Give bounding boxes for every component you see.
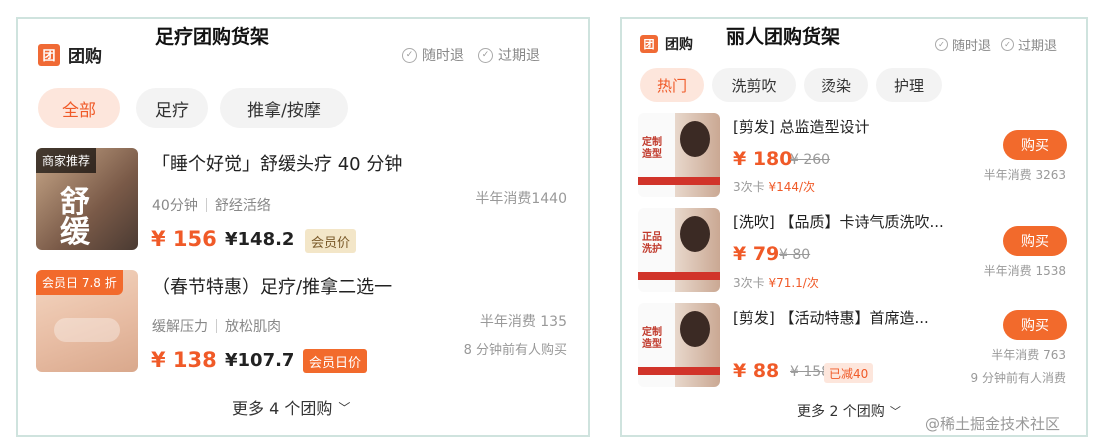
model-hair-image [680, 121, 710, 157]
deal-tag: 40分钟 [152, 198, 198, 214]
member-price: ¥107.7 [225, 350, 295, 371]
right-caption: 丽人团购货架 [726, 26, 841, 48]
deal-title[interactable]: [洗吹] 【品质】卡诗气质洗吹... [733, 211, 944, 232]
card-label: 3次卡 [733, 180, 769, 194]
buy-button[interactable]: 购买 [1003, 310, 1067, 340]
thumbnail-caption: 定制 造型 [642, 327, 662, 350]
deal-tag: 放松肌肉 [225, 319, 281, 335]
more-deals-label: 更多 2 个团购 [797, 404, 885, 420]
member-day-price-badge: 会员日价 [303, 349, 368, 373]
buy-button[interactable]: 购买 [1003, 226, 1067, 256]
deal-title[interactable]: [剪发] 总监造型设计 [733, 116, 869, 137]
deal-title[interactable]: [剪发] 【活动特惠】首席造... [733, 307, 929, 328]
groupon-logo-icon: 团 [38, 43, 60, 66]
card-label: 3次卡 [733, 276, 769, 290]
deal-thumbnail[interactable]: 商家推荐 舒缓 [36, 148, 138, 250]
tab-all[interactable]: 全部 [38, 88, 120, 128]
deal-price: ¥ 138 [151, 348, 217, 372]
left-tabs: 全部 足疗 推拿/按摩 [38, 88, 348, 128]
chevron-down-icon: ﹀ [338, 400, 351, 415]
guarantee-anytime-refund: 随时退 [952, 39, 992, 54]
guarantee-expired-refund: 过期退 [498, 48, 540, 64]
model-hair-image [680, 216, 710, 252]
more-deals-link[interactable]: 更多 2 个团购 ﹀ [797, 401, 901, 421]
multi-visit-card: 3次卡 ¥144/次 [733, 178, 815, 195]
half-year-sales: 半年消费 1538 [983, 264, 1066, 278]
left-guarantee: ✓ 随时退 ✓ 过期退 [402, 45, 540, 65]
multi-visit-card: 3次卡 ¥71.1/次 [733, 274, 819, 291]
merchant-recommend-badge: 商家推荐 [36, 148, 97, 173]
check-circle-icon: ✓ [1001, 38, 1015, 51]
thumbnail-stripe [638, 177, 720, 185]
left-caption: 足疗团购货架 [155, 26, 270, 48]
deal-tag: 舒经活络 [214, 198, 271, 214]
thumbnail-stripe [638, 272, 720, 280]
member-day-discount-badge: 会员日 7.8 折 [36, 270, 123, 295]
tab-perm-dye[interactable]: 烫染 [804, 68, 868, 102]
deal-tags: 40分钟 舒经活络 [152, 195, 271, 215]
deal-price: ¥ 88 [733, 360, 780, 382]
deal-thumbnail[interactable]: 会员日 7.8 折 [36, 270, 138, 372]
right-tabs: 热门 洗剪吹 烫染 护理 [640, 68, 942, 102]
deal-title[interactable]: 「睡个好觉」舒缓头疗 40 分钟 [152, 150, 402, 176]
thumbnail-stripe [638, 367, 720, 375]
deal-tags: 缓解压力 放松肌肉 [152, 316, 281, 336]
check-circle-icon: ✓ [478, 47, 493, 63]
tab-wash-cut-blow[interactable]: 洗剪吹 [712, 68, 796, 102]
guarantee-anytime-refund: 随时退 [422, 48, 464, 64]
deal-thumbnail[interactable]: 定制 造型 [638, 303, 720, 387]
brand-label: 团购 [665, 37, 693, 53]
tag-divider [205, 198, 207, 212]
thumbnail-calligraphy: 舒缓 [60, 185, 90, 250]
discount-badge: 已减40 [824, 363, 874, 383]
member-price-badge: 会员价 [305, 229, 357, 253]
model-hair-image [680, 311, 710, 347]
half-year-sales: 半年消费 763 [991, 348, 1066, 362]
buy-button[interactable]: 购买 [1003, 130, 1067, 160]
half-year-sales: 半年消费 3263 [983, 168, 1066, 182]
per-visit-price: ¥144/次 [768, 180, 816, 194]
chevron-down-icon: ﹀ [889, 405, 901, 418]
guarantee-expired-refund: 过期退 [1018, 39, 1058, 54]
deal-thumbnail[interactable]: 定制 造型 [638, 113, 720, 197]
right-brand: 团 团购 [640, 34, 693, 54]
deal-title[interactable]: （春节特惠）足疗/推拿二选一 [152, 273, 392, 299]
tab-foot-massage[interactable]: 足疗 [136, 88, 208, 128]
tab-care[interactable]: 护理 [876, 68, 942, 102]
thumbnail-caption: 正品 洗护 [642, 232, 662, 255]
half-year-sales: 半年消费1440 [475, 191, 567, 207]
brand-label: 团购 [68, 47, 102, 67]
original-price: ¥ 80 [779, 247, 811, 263]
tab-hot[interactable]: 热门 [640, 68, 704, 102]
deal-tag: 缓解压力 [152, 319, 208, 335]
groupon-logo-icon: 团 [640, 35, 658, 53]
recent-purchase: 9 分钟前有人消费 [970, 371, 1066, 385]
per-visit-price: ¥71.1/次 [768, 276, 819, 290]
deal-price: ¥ 180 [733, 148, 793, 170]
right-guarantee: ✓ 随时退 ✓ 过期退 [935, 35, 1057, 54]
more-deals-label: 更多 4 个团购 [232, 399, 333, 418]
thumbnail-caption: 定制 造型 [642, 137, 662, 160]
deal-price: ¥ 79 [733, 243, 780, 265]
left-brand: 团 团购 [38, 42, 102, 67]
watermark: @稀土掘金技术社区 [925, 415, 1061, 433]
original-price: ¥ 260 [790, 152, 831, 168]
deal-price: ¥ 156 [151, 227, 217, 251]
deal-thumbnail[interactable]: 正品 洗护 [638, 208, 720, 292]
check-circle-icon: ✓ [935, 38, 948, 51]
tab-massage[interactable]: 推拿/按摩 [220, 88, 348, 128]
check-circle-icon: ✓ [402, 47, 417, 63]
hands-image [54, 318, 120, 342]
recent-purchase: 8 分钟前有人购买 [463, 343, 567, 358]
more-deals-link[interactable]: 更多 4 个团购 ﹀ [232, 395, 350, 419]
member-price: ¥148.2 [225, 229, 295, 250]
half-year-sales: 半年消费 135 [479, 314, 567, 330]
tag-divider [216, 319, 217, 333]
